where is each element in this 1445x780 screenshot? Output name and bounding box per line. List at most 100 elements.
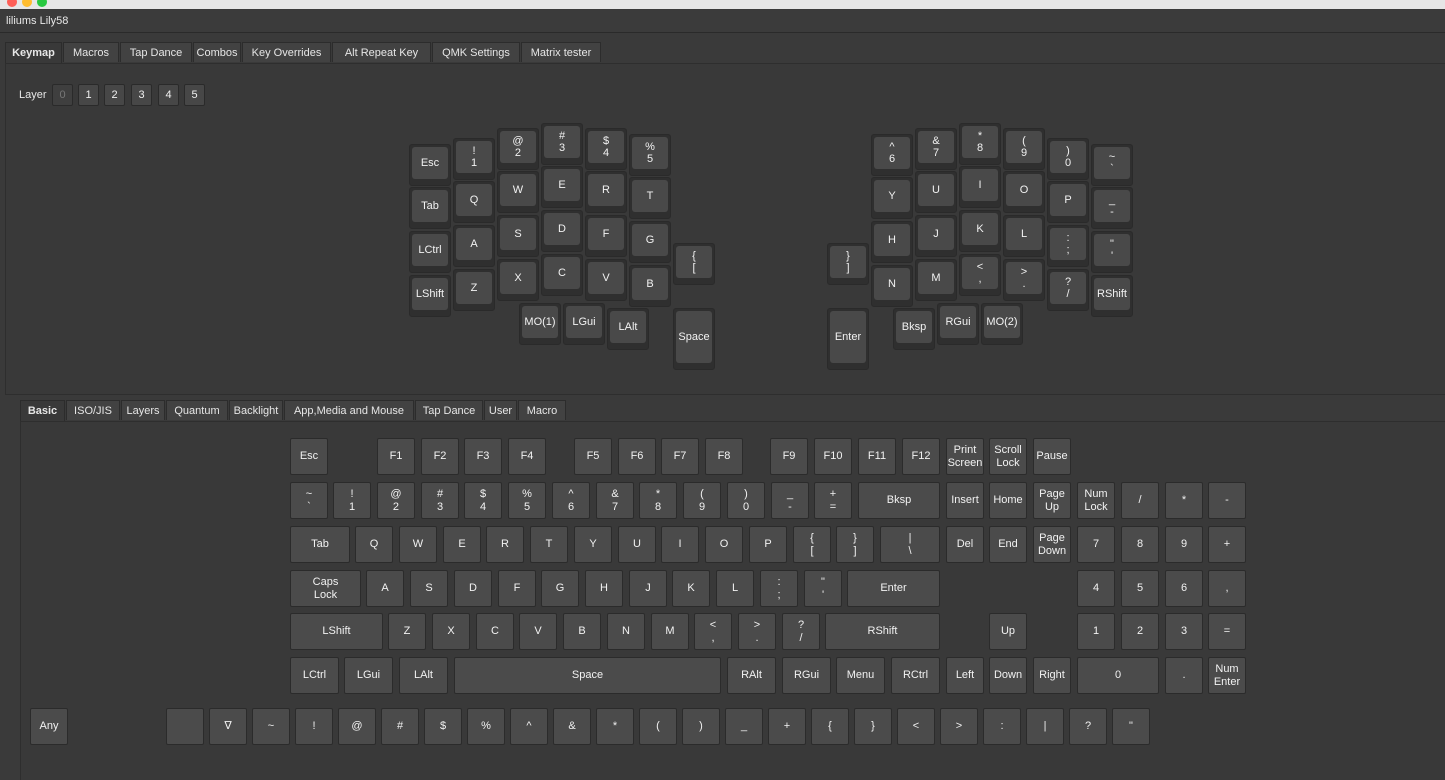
keycode-bksp[interactable]: Bksp [858, 482, 940, 519]
keycode-f7[interactable]: F7 [661, 438, 699, 475]
keycode-f12[interactable]: F12 [902, 438, 940, 475]
keycode-6[interactable]: ^ 6 [552, 482, 590, 519]
keycode-p[interactable]: P [749, 526, 787, 563]
keycode-f4[interactable]: F4 [508, 438, 546, 475]
keycode-4[interactable]: $ 4 [464, 482, 502, 519]
left-key-c[interactable]: C [541, 254, 583, 296]
right-key-period[interactable]: > . [1003, 259, 1045, 301]
keycode-asterisk[interactable]: * [596, 708, 634, 745]
keycode-f6[interactable]: F6 [618, 438, 656, 475]
left-key-3[interactable]: # 3 [541, 123, 583, 165]
left-key-q[interactable]: Q [453, 181, 495, 223]
keycode-caret[interactable]: ^ [510, 708, 548, 745]
tab-tap-dance[interactable]: Tap Dance [120, 42, 192, 62]
keycode-esc[interactable]: Esc [290, 438, 328, 475]
layer-button-5[interactable]: 5 [184, 84, 205, 106]
tab-layers[interactable]: Layers [121, 400, 165, 420]
keycode-rgui[interactable]: RGui [782, 657, 831, 694]
keycode-3[interactable]: 3 [1165, 613, 1203, 650]
left-key-esc[interactable]: Esc [409, 144, 451, 186]
keycode-2[interactable]: @ 2 [377, 482, 415, 519]
keycode-any[interactable]: Any [30, 708, 68, 745]
keycode-7[interactable]: & 7 [596, 482, 634, 519]
keycode-0[interactable]: 0 [1077, 657, 1159, 694]
keycode-3[interactable]: # 3 [421, 482, 459, 519]
keycode-f3[interactable]: F3 [464, 438, 502, 475]
keycode-c[interactable]: C [476, 613, 514, 650]
keycode-asterisk[interactable]: * [1165, 482, 1203, 519]
keycode-semicolon[interactable]: : ; [760, 570, 798, 607]
tab-basic[interactable]: Basic [20, 400, 65, 422]
keycode-m[interactable]: M [651, 613, 689, 650]
left-key-lalt[interactable]: LAlt [607, 308, 649, 350]
keycode-8[interactable]: 8 [1121, 526, 1159, 563]
keycode-enter[interactable]: Enter [847, 570, 940, 607]
keycode-2[interactable]: 2 [1121, 613, 1159, 650]
keycode-pause[interactable]: Pause [1033, 438, 1071, 475]
keycode-8[interactable]: * 8 [639, 482, 677, 519]
zoom-window-icon[interactable] [37, 0, 47, 7]
layer-button-3[interactable]: 3 [131, 84, 152, 106]
left-key-v[interactable]: V [585, 259, 627, 301]
tab-matrix-tester[interactable]: Matrix tester [521, 42, 601, 62]
keycode-z[interactable]: Z [388, 613, 426, 650]
left-key-tab[interactable]: Tab [409, 187, 451, 229]
left-key-f[interactable]: F [585, 215, 627, 257]
keycode-period[interactable]: > . [738, 613, 776, 650]
left-key-b[interactable]: B [629, 265, 671, 307]
keycode-colon[interactable]: : [983, 708, 1021, 745]
keycode-tab[interactable]: Tab [290, 526, 350, 563]
left-key-g[interactable]: G [629, 221, 671, 263]
keycode-lock[interactable]: Num Lock [1077, 482, 1115, 519]
keycode-blank[interactable] [166, 708, 204, 745]
keycode-comma[interactable]: , [1208, 570, 1246, 607]
keycode-f10[interactable]: F10 [814, 438, 852, 475]
keycode-r[interactable]: R [486, 526, 524, 563]
layer-button-4[interactable]: 4 [158, 84, 179, 106]
keycode-u[interactable]: U [618, 526, 656, 563]
keycode-lgui[interactable]: LGui [344, 657, 393, 694]
right-key-j[interactable]: J [915, 215, 957, 257]
right-key-rshift[interactable]: RShift [1091, 275, 1133, 317]
keycode-1[interactable]: ! 1 [333, 482, 371, 519]
left-key-mo-1[interactable]: MO(1) [519, 303, 561, 345]
minimize-window-icon[interactable] [22, 0, 32, 7]
keycode-g[interactable]: G [541, 570, 579, 607]
keycode-9[interactable]: 9 [1165, 526, 1203, 563]
keycode-rshift[interactable]: RShift [825, 613, 940, 650]
right-key-m[interactable]: M [915, 259, 957, 301]
right-key-apostrophe[interactable]: " ' [1091, 231, 1133, 273]
tab-app-media-and-mouse[interactable]: App,Media and Mouse [284, 400, 414, 420]
left-key-d[interactable]: D [541, 210, 583, 252]
keycode-s[interactable]: S [410, 570, 448, 607]
keycode-pipe[interactable]: | [1026, 708, 1064, 745]
right-key-rgui[interactable]: RGui [937, 303, 979, 345]
keycode-0[interactable]: ) 0 [727, 482, 765, 519]
keycode-d[interactable]: D [454, 570, 492, 607]
keycode-l[interactable]: L [716, 570, 754, 607]
keycode-minus[interactable]: - [1208, 482, 1246, 519]
right-key-l[interactable]: L [1003, 215, 1045, 257]
keycode-exclamation[interactable]: ! [295, 708, 333, 745]
keycode-7[interactable]: 7 [1077, 526, 1115, 563]
right-key-rbracket[interactable]: } ] [827, 243, 869, 285]
left-key-s[interactable]: S [497, 215, 539, 257]
keycode-lalt[interactable]: LAlt [399, 657, 448, 694]
left-key-z[interactable]: Z [453, 269, 495, 311]
right-key-6[interactable]: ^ 6 [871, 134, 913, 176]
tab-macro[interactable]: Macro [518, 400, 566, 420]
keycode-lctrl[interactable]: LCtrl [290, 657, 339, 694]
keycode-greater[interactable]: > [940, 708, 978, 745]
keycode-del[interactable]: Del [946, 526, 984, 563]
keycode-period[interactable]: . [1165, 657, 1203, 694]
keycode-f5[interactable]: F5 [574, 438, 612, 475]
keycode-quote[interactable]: " [1112, 708, 1150, 745]
keycode-b[interactable]: B [563, 613, 601, 650]
right-key-o[interactable]: O [1003, 171, 1045, 213]
keycode-ampersand[interactable]: & [553, 708, 591, 745]
right-key-bksp[interactable]: Bksp [893, 308, 935, 350]
keycode-rbrace[interactable]: } [854, 708, 892, 745]
keycode-down[interactable]: Down [989, 657, 1027, 694]
keycode-comma[interactable]: < , [694, 613, 732, 650]
keycode-insert[interactable]: Insert [946, 482, 984, 519]
